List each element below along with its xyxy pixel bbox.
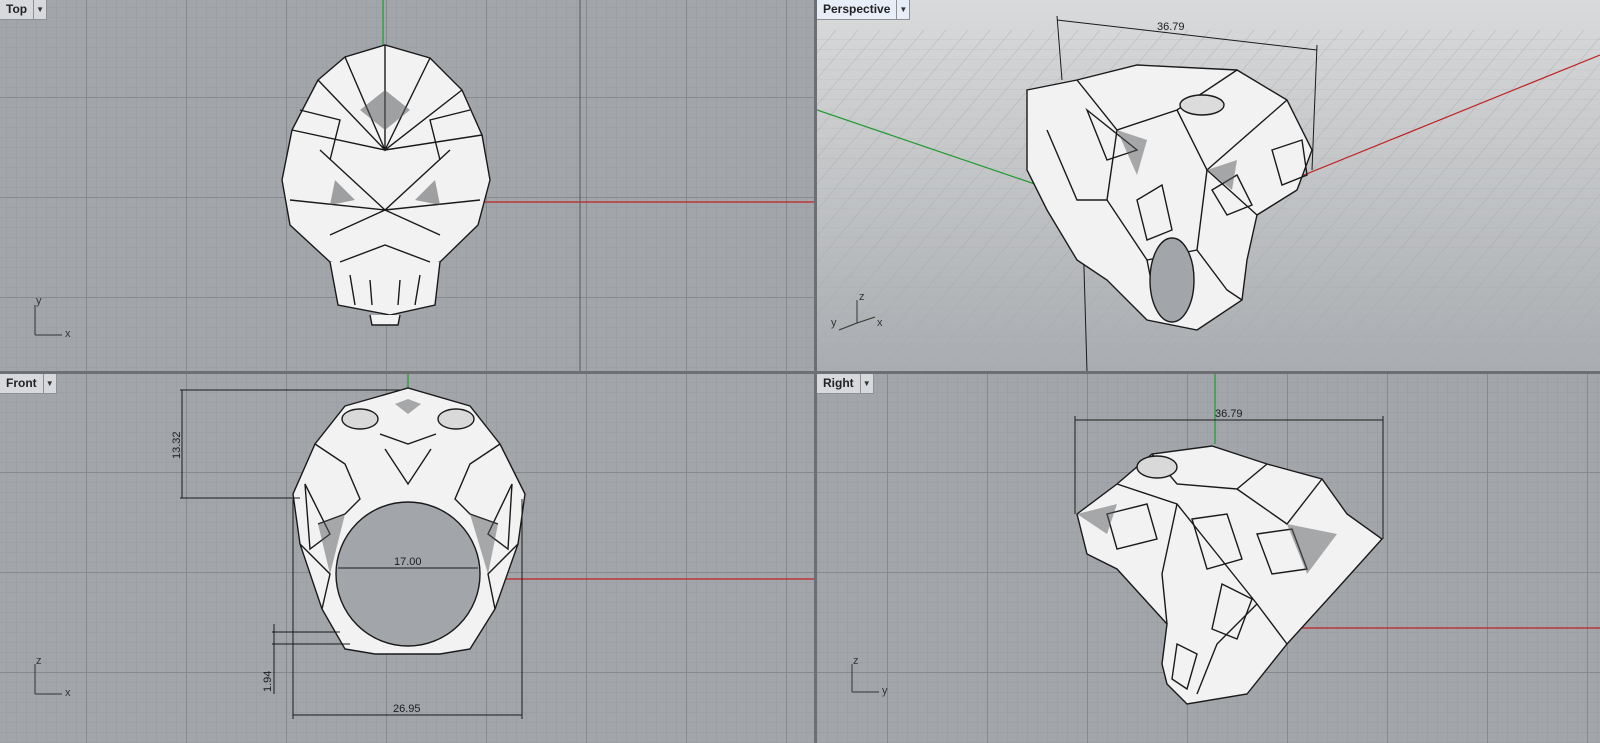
viewport-title: Right <box>823 376 854 390</box>
axis-z-label: z <box>859 291 865 303</box>
perspective-canvas: 36.79 z y x <box>817 15 1600 371</box>
viewport-title: Perspective <box>823 2 891 16</box>
viewport-label-front[interactable]: Front ▼ <box>0 374 57 394</box>
dimension-inner: 17.00 <box>394 556 422 568</box>
viewport-right[interactable]: Right ▼ 36.79 z y <box>817 374 1600 743</box>
dimension-label: 36.79 <box>1157 21 1185 33</box>
viewport-top[interactable]: Top ▼ y x <box>0 0 814 371</box>
front-view-canvas: 13.32 17.00 1.94 26.95 z x <box>34 374 814 719</box>
top-view-canvas: y x <box>34 0 814 371</box>
dimension-width: 26.95 <box>393 703 421 715</box>
viewport-front[interactable]: Front ▼ 13.32 17.00 1.94 26.95 z x <box>0 374 814 743</box>
axis-h-label: y <box>882 685 888 697</box>
dimension-label: 36.79 <box>1215 408 1243 420</box>
axis-indicator: z y <box>851 655 888 697</box>
dimension-height: 13.32 <box>171 431 183 459</box>
axis-indicator: y x <box>34 295 71 340</box>
axis-v-label: z <box>853 655 859 667</box>
axis-y-label: y <box>831 317 837 329</box>
axis-v-label: z <box>36 655 42 667</box>
viewport-perspective[interactable]: Perspective ▼ 36.79 z y x <box>817 0 1600 371</box>
viewport-title: Front <box>6 376 37 390</box>
ring-model-top[interactable] <box>281 44 491 326</box>
caret-down-icon[interactable]: ▼ <box>33 0 46 19</box>
viewport-label-right[interactable]: Right ▼ <box>817 374 874 394</box>
axis-v-label: y <box>36 295 42 307</box>
right-view-canvas: 36.79 z y <box>851 374 1600 705</box>
viewport-label-top[interactable]: Top ▼ <box>0 0 48 20</box>
axis-h-label: x <box>65 328 71 340</box>
axis-indicator: z x <box>34 655 71 699</box>
viewport-title: Top <box>6 2 28 16</box>
caret-down-icon[interactable]: ▼ <box>859 374 873 393</box>
dimension-shank: 1.94 <box>262 671 274 692</box>
viewport-label-perspective[interactable]: Perspective ▼ <box>817 0 911 20</box>
ring-model-front[interactable] <box>292 387 526 655</box>
caret-down-icon[interactable]: ▼ <box>42 374 56 393</box>
axis-x-label: x <box>877 317 883 329</box>
axis-h-label: x <box>65 687 71 699</box>
ring-model-right[interactable] <box>1076 445 1384 705</box>
caret-down-icon[interactable]: ▼ <box>896 0 909 19</box>
